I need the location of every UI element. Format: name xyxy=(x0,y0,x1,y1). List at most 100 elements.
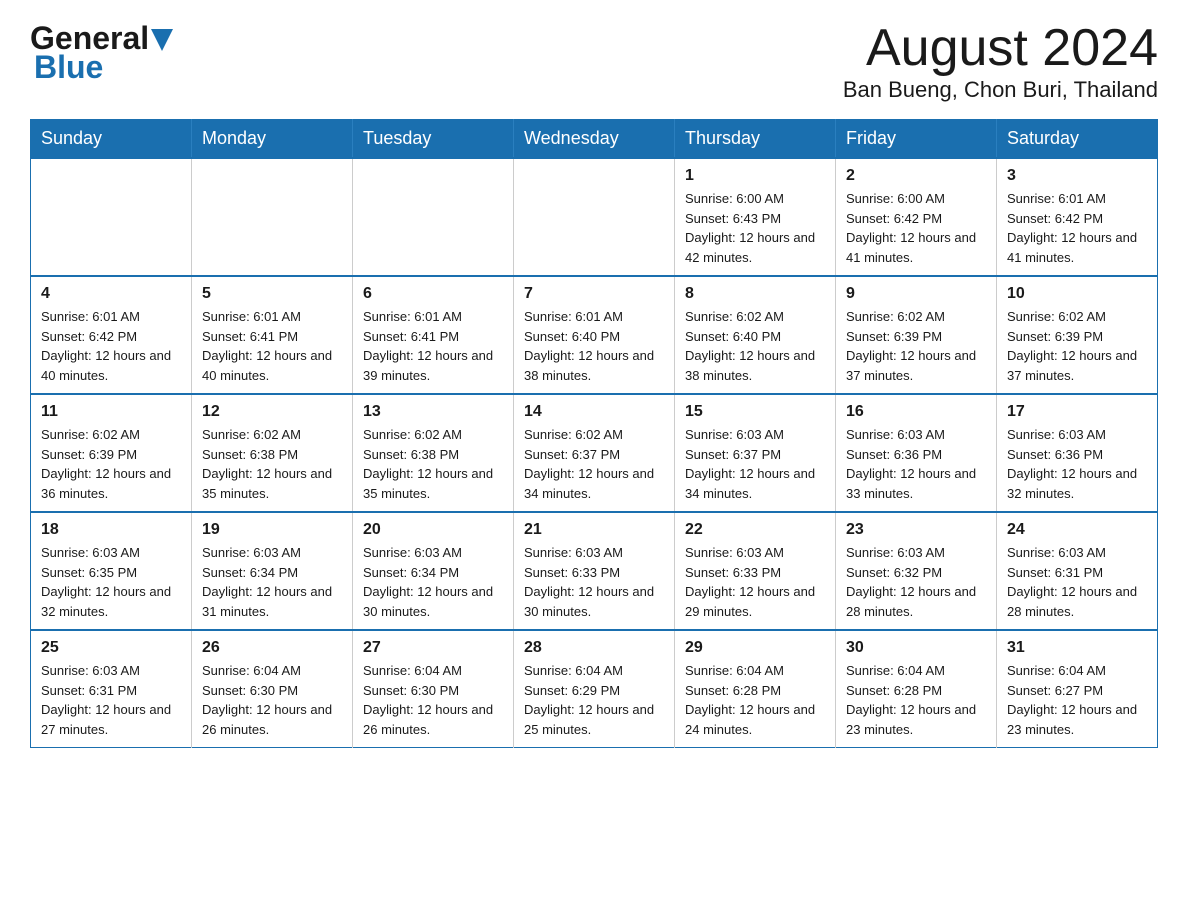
day-number: 31 xyxy=(1007,639,1147,657)
table-row: 12 Sunrise: 6:02 AM Sunset: 6:38 PM Dayli… xyxy=(192,394,353,512)
day-info: Sunrise: 6:02 AM Sunset: 6:39 PM Dayligh… xyxy=(1007,307,1147,385)
day-info: Sunrise: 6:01 AM Sunset: 6:41 PM Dayligh… xyxy=(202,307,342,385)
table-row: 2 Sunrise: 6:00 AM Sunset: 6:42 PM Daylig… xyxy=(836,158,997,276)
day-info: Sunrise: 6:04 AM Sunset: 6:30 PM Dayligh… xyxy=(202,661,342,739)
week-row-2: 4 Sunrise: 6:01 AM Sunset: 6:42 PM Daylig… xyxy=(31,276,1158,394)
table-row: 11Sunrise: 6:02 AM Sunset: 6:39 PM Dayli… xyxy=(31,394,192,512)
table-row: 3 Sunrise: 6:01 AM Sunset: 6:42 PM Daylig… xyxy=(997,158,1158,276)
day-info: Sunrise: 6:03 AM Sunset: 6:33 PM Dayligh… xyxy=(685,543,825,621)
table-row: 8 Sunrise: 6:02 AM Sunset: 6:40 PM Daylig… xyxy=(675,276,836,394)
table-row: 17 Sunrise: 6:03 AM Sunset: 6:36 PM Dayli… xyxy=(997,394,1158,512)
day-number: 9 xyxy=(846,285,986,303)
day-number: 26 xyxy=(202,639,342,657)
day-number: 27 xyxy=(363,639,503,657)
table-row: 7 Sunrise: 6:01 AM Sunset: 6:40 PM Daylig… xyxy=(514,276,675,394)
logo: General Blue xyxy=(30,20,173,86)
table-row xyxy=(514,158,675,276)
table-row: 25 Sunrise: 6:03 AM Sunset: 6:31 PM Dayli… xyxy=(31,630,192,748)
week-row-4: 18 Sunrise: 6:03 AM Sunset: 6:35 PM Dayli… xyxy=(31,512,1158,630)
logo-triangle-icon xyxy=(151,29,173,51)
day-number: 6 xyxy=(363,285,503,303)
day-info: Sunrise: 6:02 AM Sunset: 6:39 PM Dayligh… xyxy=(846,307,986,385)
day-info: Sunrise: 6:03 AM Sunset: 6:34 PM Dayligh… xyxy=(202,543,342,621)
table-row: 4 Sunrise: 6:01 AM Sunset: 6:42 PM Daylig… xyxy=(31,276,192,394)
day-info: Sunrise: 6:02 AM Sunset: 6:38 PM Dayligh… xyxy=(363,425,503,503)
day-info: Sunrise: 6:03 AM Sunset: 6:34 PM Dayligh… xyxy=(363,543,503,621)
day-number: 2 xyxy=(846,167,986,185)
table-row: 22 Sunrise: 6:03 AM Sunset: 6:33 PM Dayli… xyxy=(675,512,836,630)
table-row: 6Sunrise: 6:01 AM Sunset: 6:41 PM Daylig… xyxy=(353,276,514,394)
day-info: Sunrise: 6:00 AM Sunset: 6:42 PM Dayligh… xyxy=(846,189,986,267)
calendar-body: 1Sunrise: 6:00 AM Sunset: 6:43 PM Daylig… xyxy=(31,158,1158,748)
day-number: 22 xyxy=(685,521,825,539)
day-number: 15 xyxy=(685,403,825,421)
day-number: 5 xyxy=(202,285,342,303)
table-row: 28Sunrise: 6:04 AM Sunset: 6:29 PM Dayli… xyxy=(514,630,675,748)
table-row: 27 Sunrise: 6:04 AM Sunset: 6:30 PM Dayli… xyxy=(353,630,514,748)
day-number: 25 xyxy=(41,639,181,657)
day-info: Sunrise: 6:03 AM Sunset: 6:37 PM Dayligh… xyxy=(685,425,825,503)
day-number: 29 xyxy=(685,639,825,657)
day-number: 7 xyxy=(524,285,664,303)
calendar-header: SundayMondayTuesdayWednesdayThursdayFrid… xyxy=(31,120,1158,159)
day-number: 17 xyxy=(1007,403,1147,421)
day-number: 16 xyxy=(846,403,986,421)
day-number: 12 xyxy=(202,403,342,421)
table-row: 31 Sunrise: 6:04 AM Sunset: 6:27 PM Dayli… xyxy=(997,630,1158,748)
week-row-1: 1Sunrise: 6:00 AM Sunset: 6:43 PM Daylig… xyxy=(31,158,1158,276)
calendar-table: SundayMondayTuesdayWednesdayThursdayFrid… xyxy=(30,119,1158,748)
day-number: 13 xyxy=(363,403,503,421)
table-row: 20 Sunrise: 6:03 AM Sunset: 6:34 PM Dayli… xyxy=(353,512,514,630)
weekday-header-tuesday: Tuesday xyxy=(353,120,514,159)
table-row: 15 Sunrise: 6:03 AM Sunset: 6:37 PM Dayli… xyxy=(675,394,836,512)
day-number: 19 xyxy=(202,521,342,539)
day-info: Sunrise: 6:03 AM Sunset: 6:36 PM Dayligh… xyxy=(1007,425,1147,503)
weekday-header-friday: Friday xyxy=(836,120,997,159)
day-number: 23 xyxy=(846,521,986,539)
month-title: August 2024 xyxy=(843,20,1158,77)
table-row: 29Sunrise: 6:04 AM Sunset: 6:28 PM Dayli… xyxy=(675,630,836,748)
day-number: 30 xyxy=(846,639,986,657)
weekday-header-row: SundayMondayTuesdayWednesdayThursdayFrid… xyxy=(31,120,1158,159)
weekday-header-wednesday: Wednesday xyxy=(514,120,675,159)
day-number: 20 xyxy=(363,521,503,539)
table-row: 5 Sunrise: 6:01 AM Sunset: 6:41 PM Daylig… xyxy=(192,276,353,394)
table-row: 30 Sunrise: 6:04 AM Sunset: 6:28 PM Dayli… xyxy=(836,630,997,748)
table-row: 26 Sunrise: 6:04 AM Sunset: 6:30 PM Dayli… xyxy=(192,630,353,748)
table-row xyxy=(353,158,514,276)
day-info: Sunrise: 6:04 AM Sunset: 6:28 PM Dayligh… xyxy=(846,661,986,739)
day-number: 8 xyxy=(685,285,825,303)
day-info: Sunrise: 6:01 AM Sunset: 6:42 PM Dayligh… xyxy=(41,307,181,385)
table-row: 16 Sunrise: 6:03 AM Sunset: 6:36 PM Dayli… xyxy=(836,394,997,512)
day-info: Sunrise: 6:03 AM Sunset: 6:31 PM Dayligh… xyxy=(1007,543,1147,621)
day-info: Sunrise: 6:02 AM Sunset: 6:38 PM Dayligh… xyxy=(202,425,342,503)
day-info: Sunrise: 6:04 AM Sunset: 6:29 PM Dayligh… xyxy=(524,661,664,739)
week-row-5: 25 Sunrise: 6:03 AM Sunset: 6:31 PM Dayli… xyxy=(31,630,1158,748)
weekday-header-sunday: Sunday xyxy=(31,120,192,159)
day-info: Sunrise: 6:04 AM Sunset: 6:30 PM Dayligh… xyxy=(363,661,503,739)
table-row: 10Sunrise: 6:02 AM Sunset: 6:39 PM Dayli… xyxy=(997,276,1158,394)
day-info: Sunrise: 6:03 AM Sunset: 6:32 PM Dayligh… xyxy=(846,543,986,621)
weekday-header-saturday: Saturday xyxy=(997,120,1158,159)
day-info: Sunrise: 6:03 AM Sunset: 6:35 PM Dayligh… xyxy=(41,543,181,621)
day-info: Sunrise: 6:01 AM Sunset: 6:40 PM Dayligh… xyxy=(524,307,664,385)
day-info: Sunrise: 6:03 AM Sunset: 6:36 PM Dayligh… xyxy=(846,425,986,503)
day-number: 1 xyxy=(685,167,825,185)
day-info: Sunrise: 6:03 AM Sunset: 6:33 PM Dayligh… xyxy=(524,543,664,621)
day-info: Sunrise: 6:02 AM Sunset: 6:37 PM Dayligh… xyxy=(524,425,664,503)
day-info: Sunrise: 6:03 AM Sunset: 6:31 PM Dayligh… xyxy=(41,661,181,739)
table-row: 18 Sunrise: 6:03 AM Sunset: 6:35 PM Dayli… xyxy=(31,512,192,630)
table-row: 21Sunrise: 6:03 AM Sunset: 6:33 PM Dayli… xyxy=(514,512,675,630)
table-row: 23 Sunrise: 6:03 AM Sunset: 6:32 PM Dayli… xyxy=(836,512,997,630)
table-row xyxy=(192,158,353,276)
day-number: 18 xyxy=(41,521,181,539)
day-info: Sunrise: 6:02 AM Sunset: 6:40 PM Dayligh… xyxy=(685,307,825,385)
table-row: 19 Sunrise: 6:03 AM Sunset: 6:34 PM Dayli… xyxy=(192,512,353,630)
weekday-header-monday: Monday xyxy=(192,120,353,159)
table-row: 24Sunrise: 6:03 AM Sunset: 6:31 PM Dayli… xyxy=(997,512,1158,630)
day-number: 3 xyxy=(1007,167,1147,185)
day-number: 4 xyxy=(41,285,181,303)
day-info: Sunrise: 6:01 AM Sunset: 6:42 PM Dayligh… xyxy=(1007,189,1147,267)
weekday-header-thursday: Thursday xyxy=(675,120,836,159)
day-info: Sunrise: 6:04 AM Sunset: 6:27 PM Dayligh… xyxy=(1007,661,1147,739)
